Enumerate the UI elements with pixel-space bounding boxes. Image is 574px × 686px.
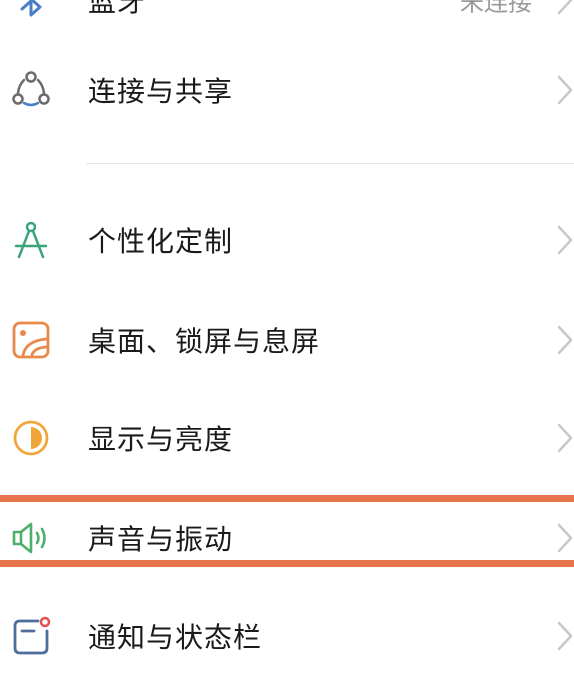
chevron-right-icon: [556, 224, 574, 256]
chevron-right-icon: [556, 522, 574, 554]
settings-item-label: 显示与亮度: [88, 423, 234, 456]
settings-item-label: 蓝牙: [88, 0, 147, 18]
settings-item-notification-statusbar[interactable]: 通知与状态栏: [0, 586, 574, 686]
settings-item-sound-vibration[interactable]: 声音与振动: [0, 488, 574, 588]
settings-item-label: 通知与状态栏: [88, 621, 263, 654]
chevron-right-icon: [556, 422, 574, 454]
settings-item-display-brightness[interactable]: 显示与亮度: [0, 388, 574, 488]
settings-item-label: 个性化定制: [88, 225, 234, 258]
brightness-icon: [10, 417, 52, 459]
speaker-icon: [10, 517, 52, 559]
bluetooth-status: 未连接: [460, 0, 532, 17]
chevron-right-icon: [556, 324, 574, 356]
settings-item-label: 声音与振动: [88, 523, 234, 556]
chevron-right-icon: [556, 74, 574, 106]
compass-icon: [10, 219, 52, 261]
settings-item-connection-sharing[interactable]: 连接与共享: [0, 40, 574, 140]
bluetooth-icon: [10, 0, 52, 21]
settings-item-personalization[interactable]: 个性化定制: [0, 190, 574, 290]
settings-item-label: 连接与共享: [88, 75, 234, 108]
share-icon: [10, 69, 52, 111]
section-divider: [86, 163, 574, 164]
wallpaper-icon: [10, 319, 52, 361]
chevron-right-icon: [556, 620, 574, 652]
notification-icon: [10, 615, 52, 657]
settings-item-label: 桌面、锁屏与息屏: [88, 325, 321, 358]
chevron-right-icon: [556, 0, 574, 16]
settings-item-desktop-lock-screen[interactable]: 桌面、锁屏与息屏: [0, 290, 574, 390]
